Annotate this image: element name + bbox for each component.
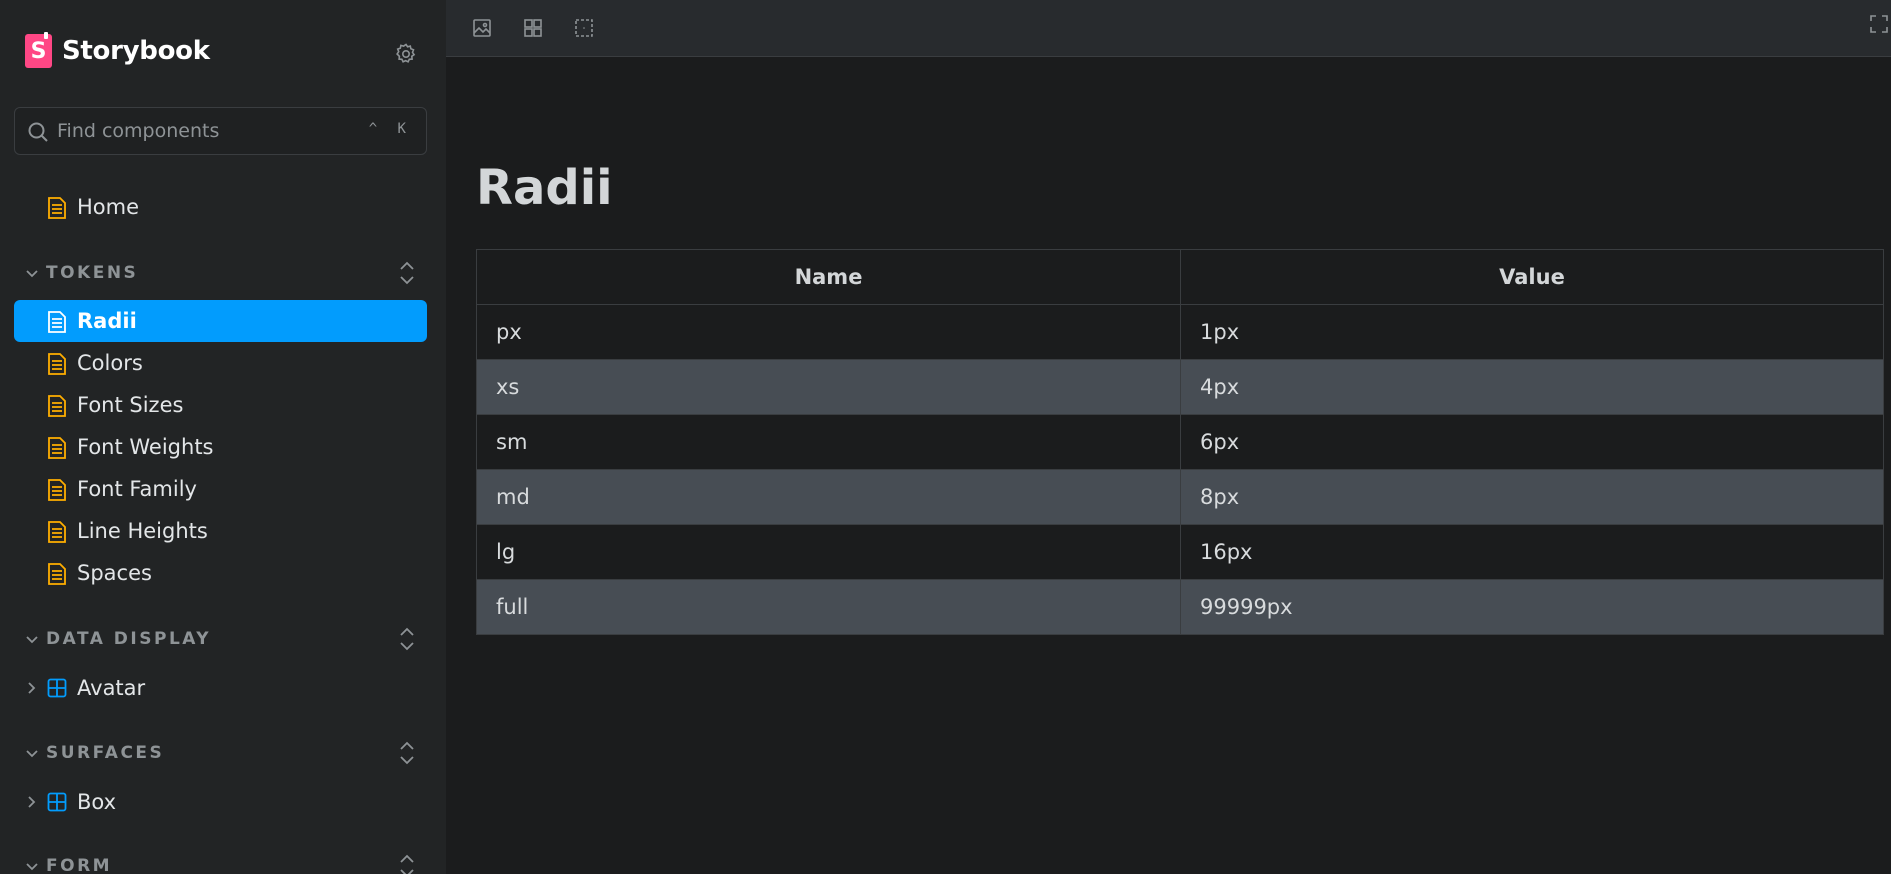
token-name-cell: lg <box>476 524 1181 580</box>
token-value-cell: 99999px <box>1180 579 1884 635</box>
token-name-cell: px <box>476 304 1181 360</box>
sidebar-item-font-family[interactable]: Font Family <box>14 468 427 510</box>
column-header-value: Value <box>1180 249 1884 305</box>
tokens-table: Name Value px 1px xs 4px sm 6px md 8px l <box>476 249 1884 635</box>
page-title: Radii <box>476 160 613 216</box>
table-row: sm 6px <box>476 414 1884 470</box>
table-header-row: Name Value <box>476 249 1884 305</box>
section-title: FORM <box>46 856 113 874</box>
token-value-cell: 6px <box>1180 414 1884 470</box>
chevron-right-icon <box>28 796 36 808</box>
expand-collapse-icon[interactable] <box>395 259 419 287</box>
document-icon <box>48 479 66 501</box>
token-name-cell: xs <box>476 359 1181 415</box>
table-row: px 1px <box>476 304 1884 360</box>
token-name-cell: md <box>476 469 1181 525</box>
sidebar-item-spaces[interactable]: Spaces <box>14 552 427 594</box>
brand-name: Storybook <box>62 36 210 66</box>
chevron-down-icon <box>26 270 38 278</box>
sidebar-item-label: Font Weights <box>77 435 214 459</box>
sidebar-item-label: Font Family <box>77 477 197 501</box>
section-header-data-display[interactable]: DATA DISPLAY <box>14 623 427 655</box>
token-name-cell: sm <box>476 414 1181 470</box>
fullscreen-button[interactable] <box>1869 14 1891 42</box>
sidebar-item-label: Box <box>77 790 117 814</box>
sidebar-item-label: Line Heights <box>77 519 208 543</box>
sidebar-item-label: Home <box>77 195 140 219</box>
document-icon <box>48 197 66 219</box>
grid-tool-button[interactable] <box>519 14 547 42</box>
chevron-down-icon <box>26 636 38 644</box>
sidebar-item-avatar[interactable]: Avatar <box>14 667 427 709</box>
document-icon <box>48 311 66 333</box>
document-icon <box>48 437 66 459</box>
grid-icon <box>524 19 542 37</box>
outline-icon <box>575 19 593 37</box>
outline-tool-button[interactable] <box>570 14 598 42</box>
sidebar-item-home[interactable]: Home <box>14 186 427 228</box>
column-header-name: Name <box>476 249 1181 305</box>
token-value-cell: 8px <box>1180 469 1884 525</box>
search-input[interactable] <box>57 116 377 146</box>
section-title: TOKENS <box>46 263 139 283</box>
sidebar-item-label: Avatar <box>77 676 146 700</box>
expand-collapse-icon[interactable] <box>395 625 419 653</box>
expand-collapse-icon[interactable] <box>395 852 419 874</box>
document-icon <box>48 395 66 417</box>
sidebar-item-box[interactable]: Box <box>14 781 427 823</box>
gear-icon <box>396 43 416 63</box>
sidebar-item-colors[interactable]: Colors <box>14 342 427 384</box>
token-name-cell: full <box>476 579 1181 635</box>
brand[interactable]: S Storybook <box>25 32 210 68</box>
sidebar-item-line-heights[interactable]: Line Heights <box>14 510 427 552</box>
sidebar-item-font-weights[interactable]: Font Weights <box>14 426 427 468</box>
fullscreen-icon <box>1870 15 1888 33</box>
storybook-logo-icon: S <box>25 32 52 68</box>
section-header-surfaces[interactable]: SURFACES <box>14 737 427 769</box>
sidebar: S Storybook ^ K Home TOKENS Radii C <box>0 0 446 874</box>
section-header-tokens[interactable]: TOKENS <box>14 257 427 289</box>
search-shortcut: ^ K <box>368 121 412 137</box>
sidebar-item-label: Radii <box>77 309 137 333</box>
component-icon <box>47 678 67 698</box>
section-header-form[interactable]: FORM <box>14 850 427 874</box>
chevron-down-icon <box>26 863 38 871</box>
chevron-right-icon <box>28 682 36 694</box>
sidebar-item-label: Colors <box>77 351 143 375</box>
sidebar-item-radii[interactable]: Radii <box>14 300 427 342</box>
docs-canvas: Radii Name Value px 1px xs 4px sm 6px md <box>446 58 1891 874</box>
search-icon <box>28 122 48 142</box>
document-icon <box>48 563 66 585</box>
component-icon <box>47 792 67 812</box>
document-icon <box>48 353 66 375</box>
table-row: md 8px <box>476 469 1884 525</box>
sidebar-item-label: Spaces <box>77 561 152 585</box>
token-value-cell: 1px <box>1180 304 1884 360</box>
section-title: DATA DISPLAY <box>46 629 212 649</box>
table-row: full 99999px <box>476 579 1884 635</box>
expand-collapse-icon[interactable] <box>395 739 419 767</box>
search-box: ^ K <box>14 107 427 155</box>
table-row: lg 16px <box>476 524 1884 580</box>
sidebar-item-label: Font Sizes <box>77 393 184 417</box>
image-icon <box>473 19 491 37</box>
chevron-down-icon <box>26 750 38 758</box>
toolbar <box>446 0 1891 57</box>
table-row: xs 4px <box>476 359 1884 415</box>
background-tool-button[interactable] <box>468 14 496 42</box>
document-icon <box>48 521 66 543</box>
token-value-cell: 16px <box>1180 524 1884 580</box>
section-title: SURFACES <box>46 743 165 763</box>
token-value-cell: 4px <box>1180 359 1884 415</box>
settings-button[interactable] <box>392 40 420 68</box>
sidebar-item-font-sizes[interactable]: Font Sizes <box>14 384 427 426</box>
